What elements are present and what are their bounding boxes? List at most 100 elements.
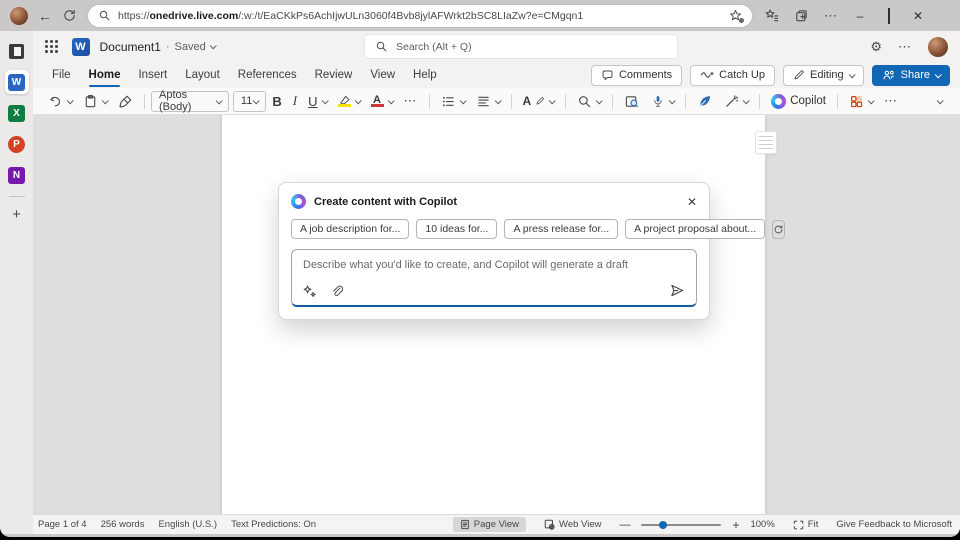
suggestion-chip[interactable]: A project proposal about... (625, 219, 765, 239)
account-avatar[interactable] (928, 37, 948, 57)
tab-view[interactable]: View (361, 62, 404, 88)
word-logo-icon[interactable]: W (72, 38, 90, 56)
dictate-button[interactable] (646, 90, 679, 112)
favorites-icon[interactable] (764, 8, 779, 23)
font-more-options-button[interactable]: ⋯ (399, 90, 423, 112)
tab-references[interactable]: References (229, 62, 306, 88)
tab-review[interactable]: Review (306, 62, 362, 88)
feedback-link[interactable]: Give Feedback to Microsoft (836, 519, 952, 530)
app-launcher-icon[interactable] (45, 40, 58, 53)
catch-up-button[interactable]: Catch Up (690, 65, 775, 86)
suggestion-chip[interactable]: 10 ideas for... (416, 219, 497, 239)
share-button[interactable]: Share (872, 65, 950, 86)
copilot-prompt-input[interactable]: Describe what you'd like to create, and … (291, 249, 697, 307)
close-icon[interactable]: ✕ (911, 9, 925, 23)
minimize-icon[interactable]: – (853, 9, 867, 23)
chevron-down-icon (67, 97, 74, 104)
designer-button[interactable] (844, 90, 878, 112)
zoom-slider-knob[interactable] (659, 521, 667, 529)
sidebar-item-powerpoint[interactable]: P (5, 132, 29, 156)
copilot-logo-icon (771, 94, 786, 109)
site-permissions-icon[interactable] (729, 9, 742, 22)
comments-button[interactable]: Comments (591, 65, 682, 86)
search-input[interactable]: Search (Alt + Q) (365, 35, 677, 58)
tab-layout[interactable]: Layout (176, 62, 229, 88)
excel-app-icon: X (8, 105, 25, 122)
zoom-slider[interactable] (641, 524, 721, 526)
find-button[interactable] (572, 90, 606, 112)
tab-file[interactable]: File (43, 62, 80, 88)
search-document-button[interactable] (619, 90, 645, 112)
zoom-out-button[interactable]: — (619, 519, 630, 531)
text-predictions[interactable]: Text Predictions: On (231, 519, 316, 530)
page-count[interactable]: Page 1 of 4 (38, 519, 87, 530)
add-app-button[interactable]: + (12, 206, 21, 223)
tab-home[interactable]: Home (80, 62, 130, 88)
underline-button[interactable]: U (303, 90, 331, 112)
bullets-button[interactable] (436, 90, 470, 112)
document-search-icon (624, 94, 640, 109)
font-size-select[interactable]: 11 (233, 91, 266, 112)
refresh-icon[interactable] (62, 8, 80, 23)
close-icon[interactable]: ✕ (687, 195, 697, 209)
paste-button[interactable] (78, 90, 112, 112)
styles-button[interactable]: A (518, 90, 560, 112)
sidebar-item-onenote[interactable]: N (5, 163, 29, 187)
auto-format-button[interactable] (719, 90, 753, 112)
paperclip-icon[interactable] (330, 284, 343, 298)
chevron-down-icon[interactable] (209, 42, 216, 49)
sparkle-icon[interactable] (303, 284, 317, 298)
format-painter-button[interactable] (113, 90, 138, 112)
font-color-button[interactable]: A (366, 90, 398, 112)
address-bar[interactable]: https://onedrive.live.com/:w:/t/EaCKkPs6… (88, 5, 752, 27)
maximize-icon[interactable] (882, 9, 896, 23)
collections-icon[interactable] (794, 8, 809, 23)
suggestion-chip[interactable]: A press release for... (504, 219, 618, 239)
collapse-ribbon-icon[interactable] (937, 97, 944, 104)
chevron-down-icon (354, 97, 361, 104)
tab-insert[interactable]: Insert (129, 62, 176, 88)
chevron-down-icon (102, 97, 109, 104)
save-status[interactable]: Saved (175, 41, 206, 53)
browser-toolbar: ← https://onedrive.live.com/:w:/t/EaCKkP… (0, 0, 960, 31)
comment-card[interactable] (755, 131, 777, 154)
chevron-down-icon (321, 97, 328, 104)
settings-gear-icon[interactable]: ⚙ (870, 39, 882, 55)
web-view-button[interactable]: Web View (537, 517, 608, 532)
sidebar-item-excel[interactable]: X (5, 101, 29, 125)
document-canvas[interactable]: Create content with Copilot ✕ A job desc… (33, 115, 960, 514)
editing-mode-button[interactable]: Editing (783, 65, 864, 86)
tab-help[interactable]: Help (404, 62, 446, 88)
screen: ← https://onedrive.live.com/:w:/t/EaCKkP… (0, 0, 960, 540)
sidebar-item-word[interactable]: W (5, 70, 29, 94)
document-title[interactable]: Document1 (100, 40, 161, 54)
suggestion-chip[interactable]: A job description for... (291, 219, 409, 239)
editor-button[interactable] (692, 90, 718, 112)
send-icon[interactable] (669, 283, 685, 298)
italic-button[interactable]: I (288, 90, 302, 112)
undo-button[interactable] (43, 90, 77, 112)
browser-menu-icon[interactable]: ⋯ (824, 8, 838, 24)
comment-icon (601, 69, 614, 82)
language[interactable]: English (U.S.) (158, 519, 217, 530)
zoom-in-button[interactable]: + (732, 518, 739, 532)
profile-avatar[interactable] (10, 7, 28, 25)
sidebar-item-m365[interactable] (5, 39, 29, 63)
page-view-button[interactable]: Page View (453, 517, 526, 532)
bold-button[interactable]: B (267, 90, 286, 112)
onenote-app-icon: N (8, 167, 25, 184)
header-more-icon[interactable]: ⋯ (898, 39, 912, 55)
ribbon-more-button[interactable]: ⋯ (879, 90, 903, 112)
font-name-select[interactable]: Aptos (Body) (151, 91, 229, 112)
alignment-button[interactable] (471, 90, 505, 112)
highlight-button[interactable] (333, 90, 365, 112)
fit-button[interactable]: Fit (786, 517, 826, 532)
chevron-down-icon (935, 71, 942, 78)
zoom-level[interactable]: 100% (750, 519, 774, 530)
refresh-suggestions-button[interactable] (772, 220, 785, 239)
back-icon[interactable]: ← (36, 8, 54, 24)
word-count[interactable]: 256 words (101, 519, 145, 530)
copilot-button[interactable]: Copilot (766, 90, 831, 112)
sidebar-divider (9, 196, 25, 197)
search-placeholder: Search (Alt + Q) (396, 41, 472, 53)
